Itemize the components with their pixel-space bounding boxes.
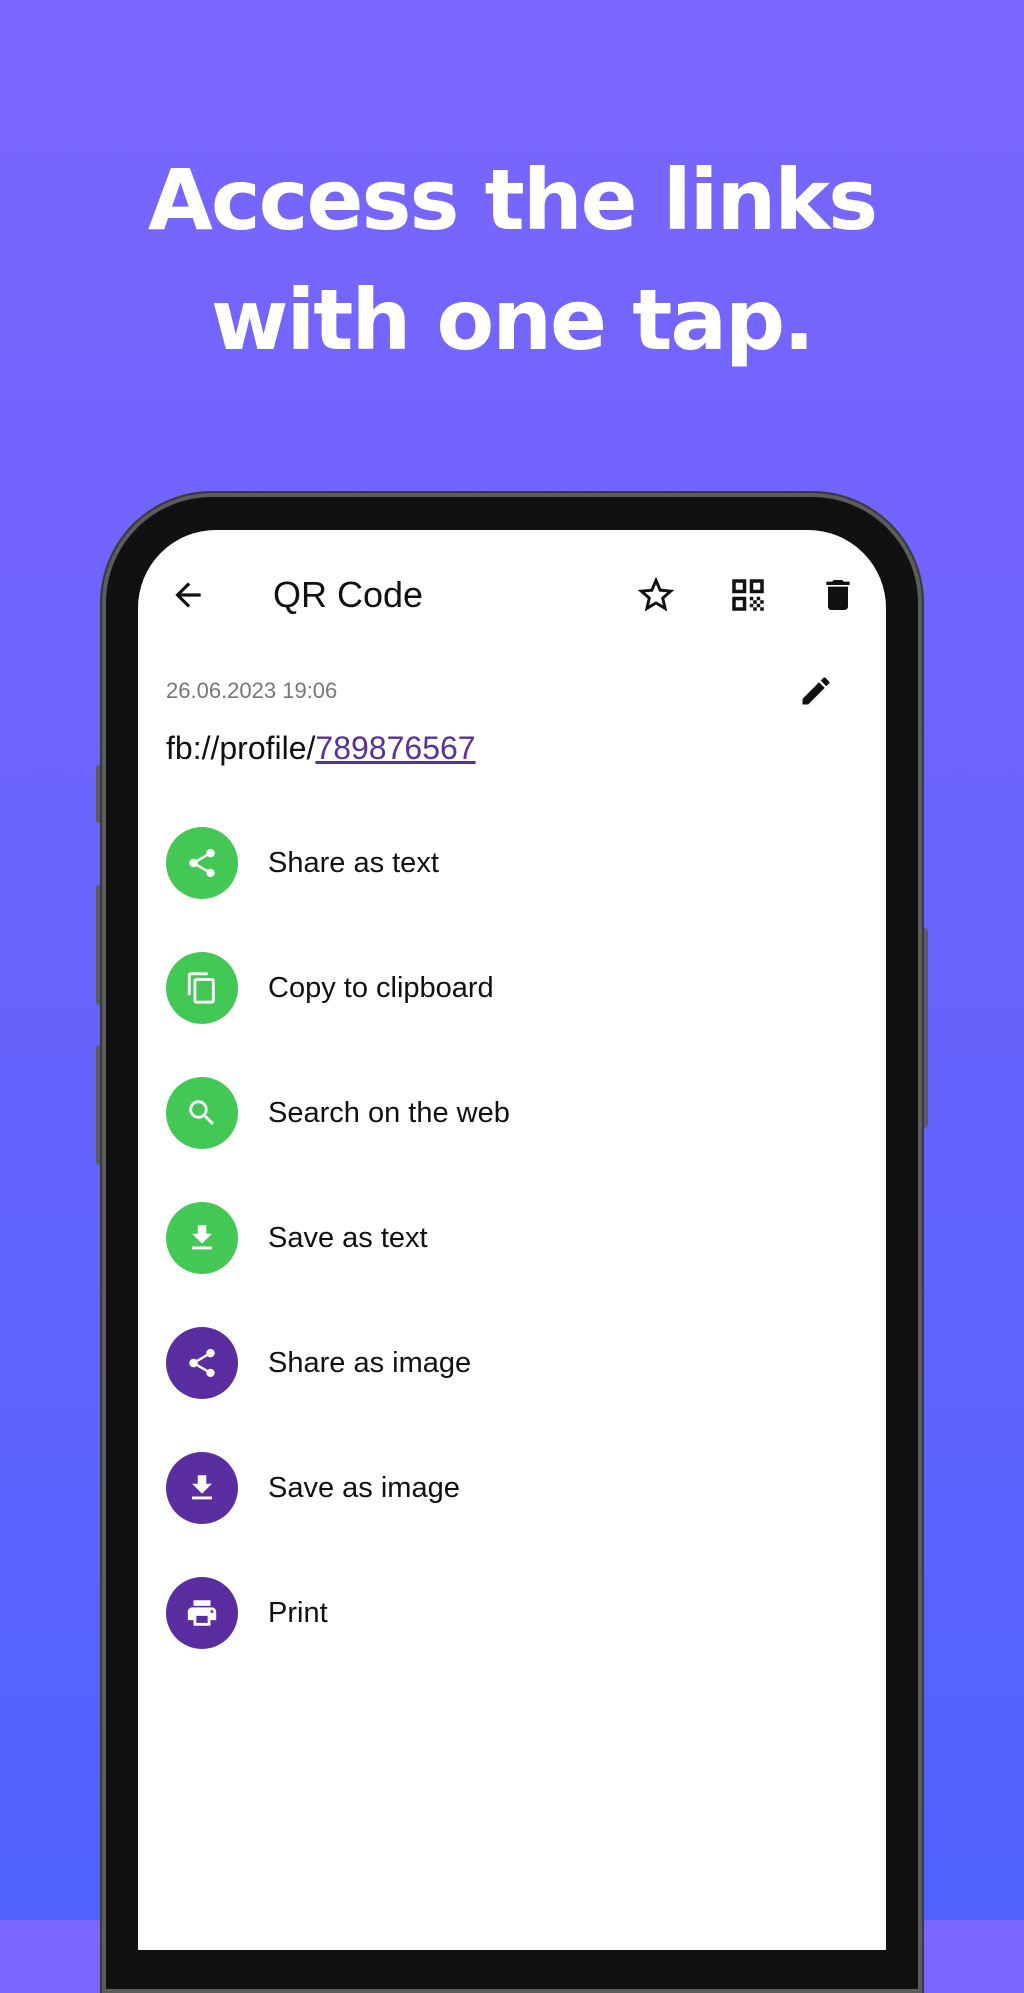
action-list: Share as text Copy to clipboard Search o… — [166, 826, 866, 1701]
action-label: Share as text — [268, 847, 439, 879]
headline: Access the links with one tap. — [0, 140, 1024, 380]
url-prefix: fb://profile/ — [166, 730, 316, 766]
qr-content: fb://profile/789876567 — [166, 730, 476, 767]
print-icon — [166, 1577, 238, 1649]
copy-icon — [166, 952, 238, 1024]
action-label: Copy to clipboard — [268, 972, 494, 1004]
page-title: QR Code — [273, 574, 424, 615]
print-action[interactable]: Print — [166, 1576, 866, 1701]
search-icon — [166, 1077, 238, 1149]
action-label: Save as text — [268, 1222, 428, 1254]
action-label: Print — [268, 1597, 328, 1629]
app-bar: QR Code — [138, 560, 886, 630]
download-icon — [166, 1202, 238, 1274]
qr-code-icon[interactable] — [718, 560, 778, 630]
share-as-image-action[interactable]: Share as image — [166, 1326, 866, 1451]
action-label: Search on the web — [268, 1097, 510, 1129]
back-arrow-icon[interactable] — [158, 560, 218, 630]
action-label: Share as image — [268, 1347, 472, 1379]
search-on-web-action[interactable]: Search on the web — [166, 1076, 866, 1201]
share-icon — [166, 1327, 238, 1399]
share-icon — [166, 827, 238, 899]
download-icon — [166, 1452, 238, 1524]
edit-pencil-icon[interactable] — [786, 656, 846, 726]
copy-to-clipboard-action[interactable]: Copy to clipboard — [166, 951, 866, 1076]
profile-link[interactable]: 789876567 — [315, 730, 475, 766]
save-as-image-action[interactable]: Save as image — [166, 1451, 866, 1576]
share-as-text-action[interactable]: Share as text — [166, 826, 866, 951]
headline-line-1: Access the links — [147, 151, 878, 249]
action-label: Save as image — [268, 1472, 460, 1504]
phone-screen: QR Code 26.06.2023 19:06 fb://profile/78… — [138, 530, 886, 1950]
headline-line-2: with one tap. — [210, 271, 815, 369]
scan-date: 26.06.2023 19:06 — [166, 678, 338, 703]
star-icon[interactable] — [626, 560, 686, 630]
trash-icon[interactable] — [808, 560, 868, 630]
save-as-text-action[interactable]: Save as text — [166, 1201, 866, 1326]
